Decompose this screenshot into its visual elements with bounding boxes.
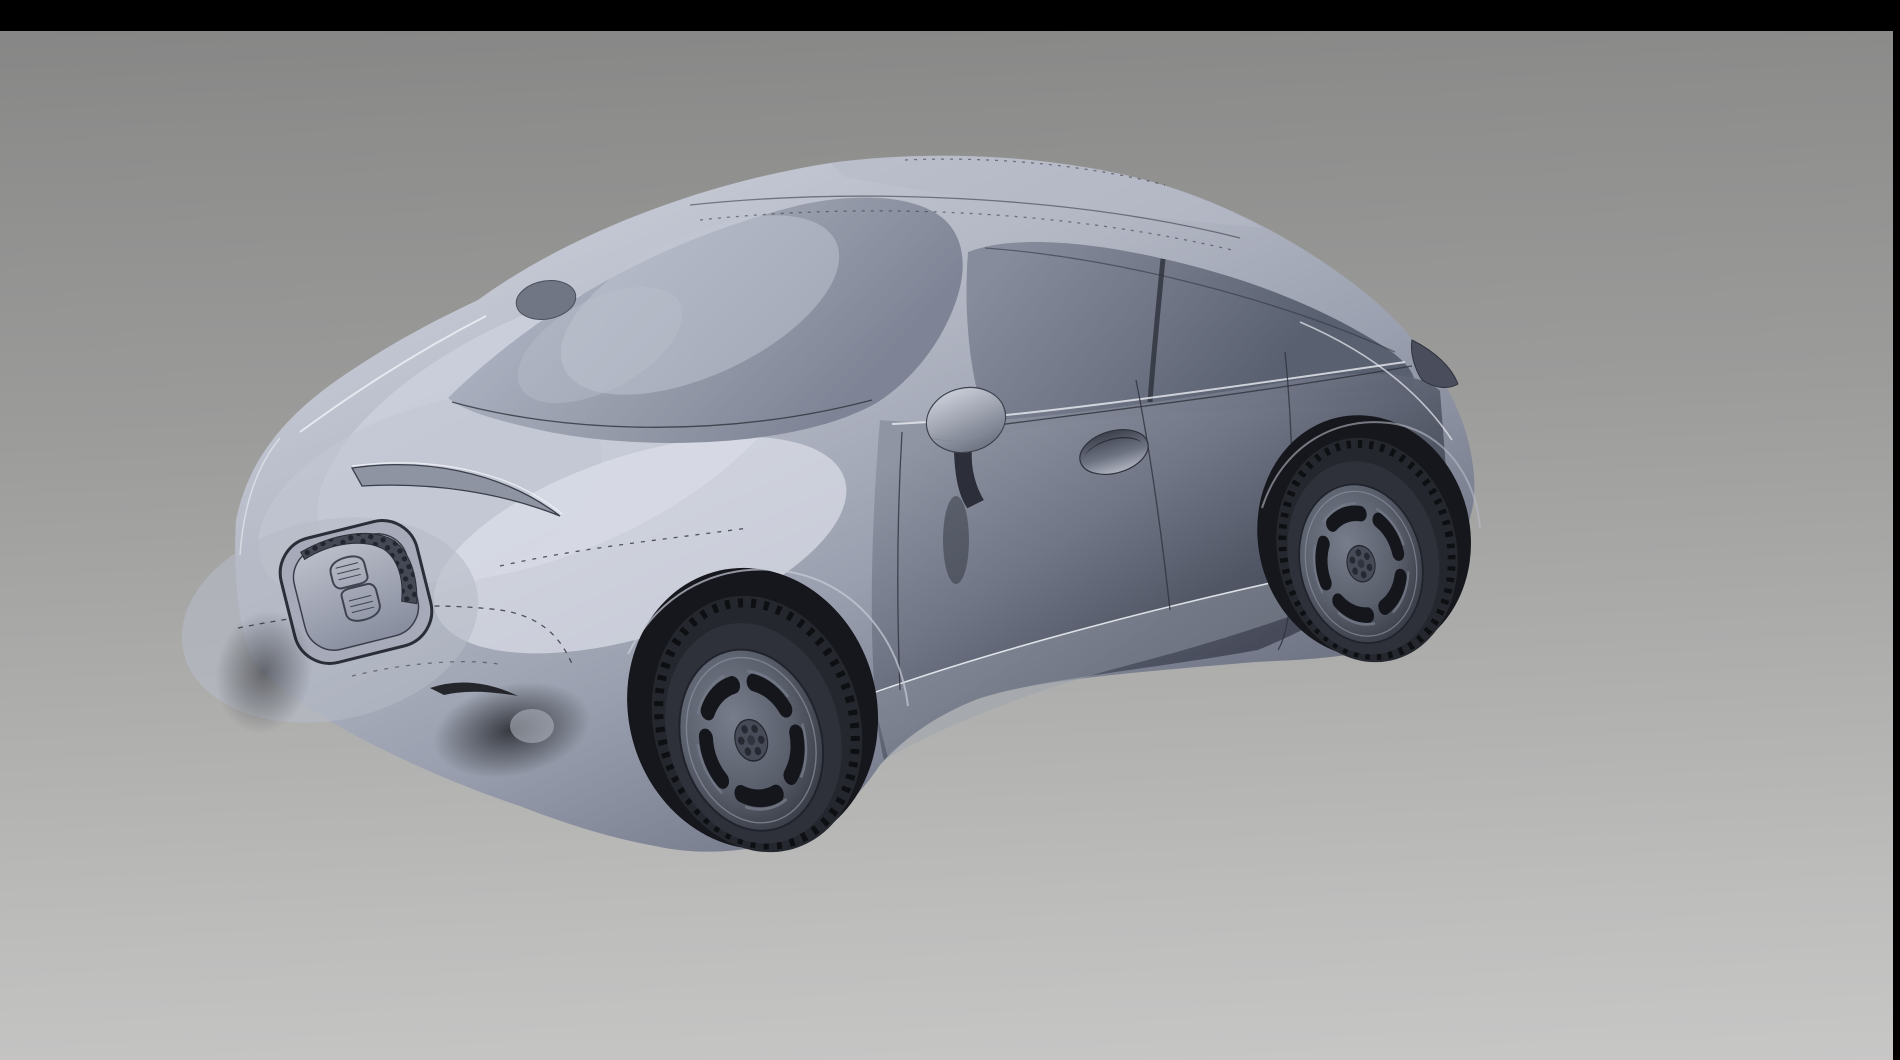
car-render	[162, 156, 1494, 883]
letterbox-right-bar	[1893, 0, 1900, 1060]
mirror-shadow-streak	[943, 496, 969, 584]
letterbox-top-bar	[0, 0, 1900, 31]
viewport-3d[interactable]	[0, 0, 1893, 1060]
car-render-canvas	[0, 0, 1893, 1060]
screen	[0, 0, 1900, 1060]
intake-inner-light	[510, 709, 554, 743]
